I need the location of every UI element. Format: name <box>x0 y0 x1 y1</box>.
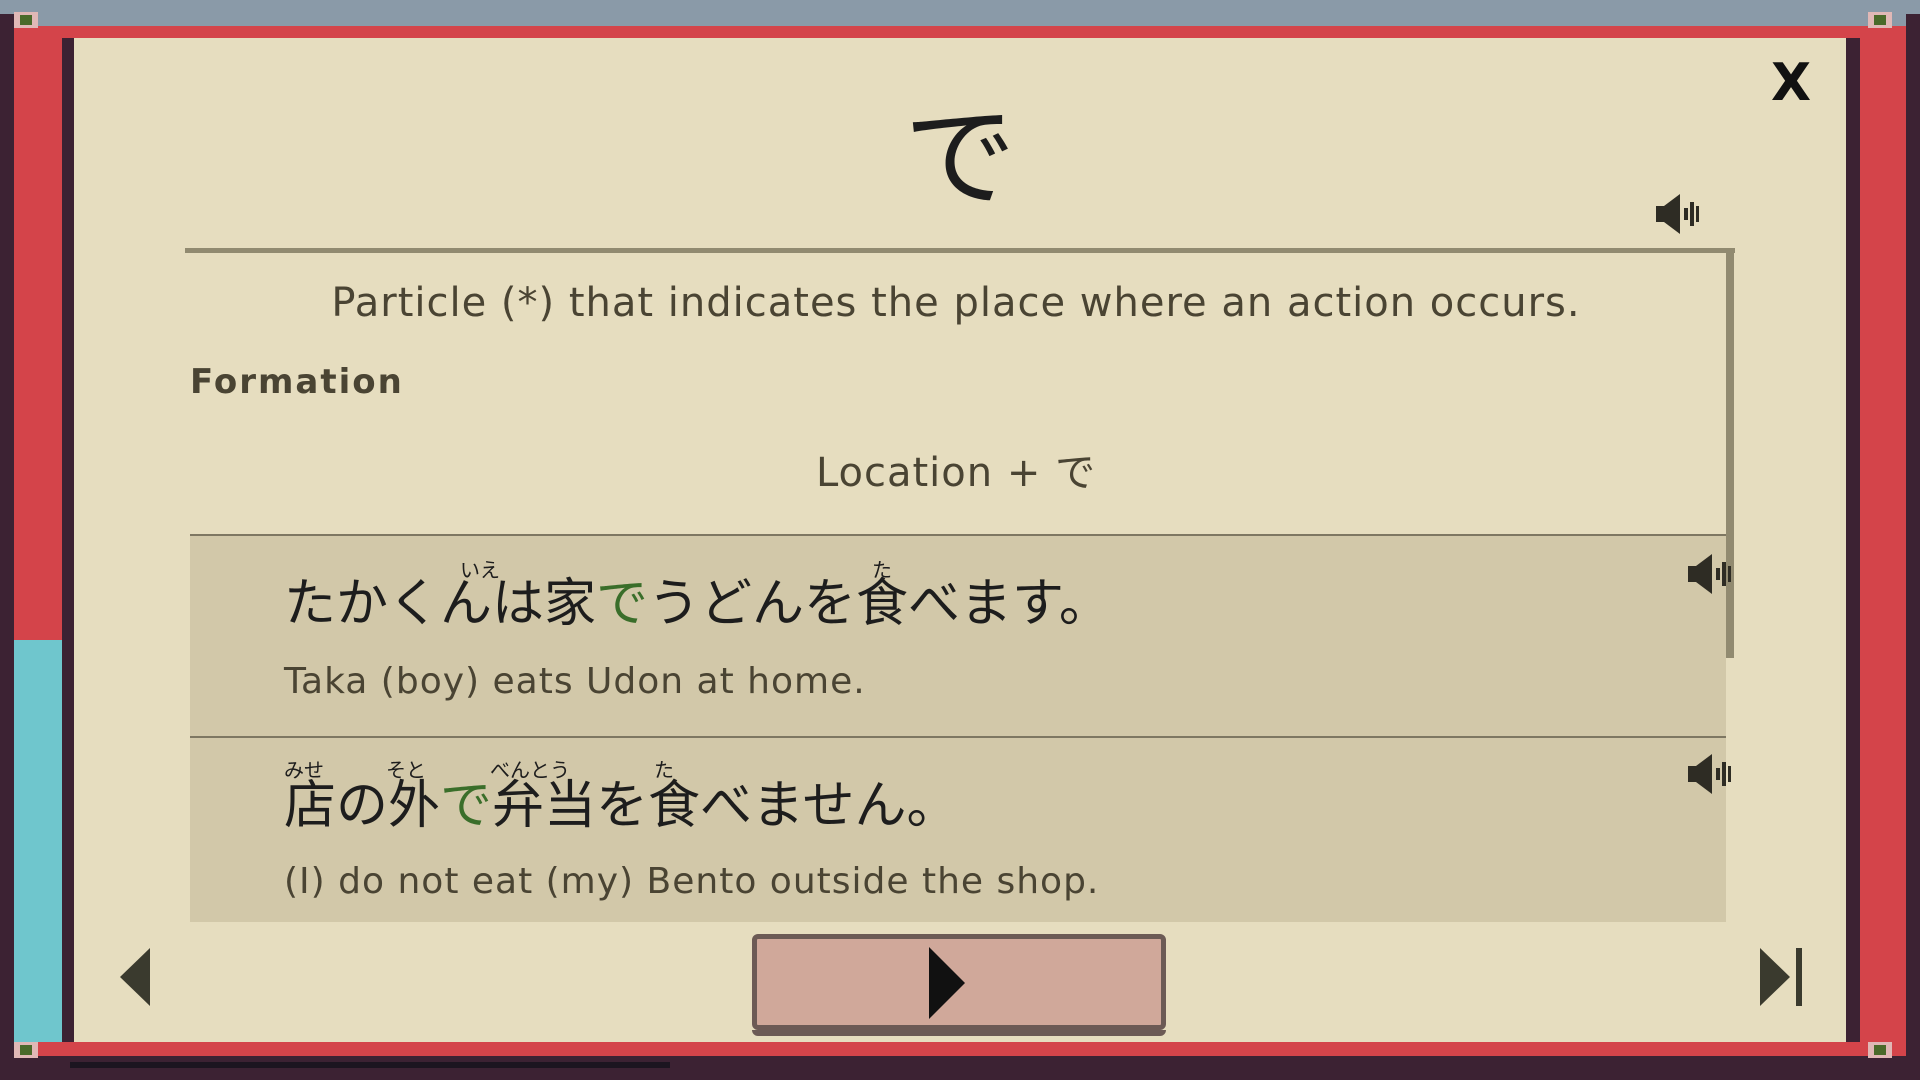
sentence-part: 店の外 <box>284 776 441 836</box>
example-japanese: 店の外で弁当を食べません。 <box>284 776 958 836</box>
frame-inner-right <box>1846 26 1860 1056</box>
example-sentence: いえ た たかくんは家でうどんを食べます。 Taka (boy) eats Ud… <box>190 534 1731 736</box>
speaker-icon <box>1688 754 1731 794</box>
sentence-part: たかくんは家 <box>284 574 597 634</box>
frame-top-red <box>14 26 1906 38</box>
corner-ornament-bottom-right <box>1868 1042 1892 1058</box>
speaker-icon <box>1688 554 1731 594</box>
arrow-left-icon <box>120 948 150 1006</box>
corner-ornament-bottom-left <box>14 1042 38 1058</box>
speaker-icon <box>1656 194 1699 234</box>
previous-button[interactable] <box>116 946 162 1008</box>
highlighted-particle: で <box>596 574 649 634</box>
frame-bottom-lip <box>70 1062 670 1068</box>
frame-bottom-dark <box>0 1056 1920 1080</box>
content-divider <box>185 248 1735 253</box>
skip-to-end-icon <box>1760 948 1802 1006</box>
corner-ornament-top-left <box>14 12 38 28</box>
formation-heading: Formation <box>190 362 404 402</box>
frame-bottom-red <box>14 1042 1906 1056</box>
skip-to-end-button[interactable] <box>1756 946 1810 1008</box>
corner-ornament-top-right <box>1868 12 1892 28</box>
frame-left-red <box>14 26 62 640</box>
example-english: Taka (boy) eats Udon at home. <box>284 661 866 702</box>
frame-right-red <box>1860 26 1906 1046</box>
close-icon: X <box>1770 53 1812 113</box>
example-sentence: みせ そと べんとう た 店の外で弁当を食べません。 (I) do not ea… <box>190 736 1731 922</box>
close-button[interactable]: X <box>1764 56 1818 110</box>
title-audio-button[interactable] <box>1652 188 1708 240</box>
example-english: (I) do not eat (my) Bento outside the sh… <box>284 861 1100 902</box>
frame-edge-left <box>0 14 14 1074</box>
example-audio-button[interactable] <box>1684 548 1740 600</box>
formation-rule: Location + で <box>815 450 1097 496</box>
frame-edge-right <box>1906 14 1920 1074</box>
grammar-meaning: Particle (*) that indicates the place wh… <box>331 280 1581 326</box>
sentence-part: うどんを食べます。 <box>648 574 1111 634</box>
sentence-part: 弁当を食べません。 <box>492 776 959 836</box>
highlighted-particle: で <box>440 776 493 836</box>
example-audio-button[interactable] <box>1684 748 1740 800</box>
grammar-title: で <box>904 93 1016 223</box>
play-button-shadow <box>752 1030 1166 1036</box>
play-icon <box>929 947 965 1019</box>
play-button[interactable] <box>752 934 1166 1036</box>
example-japanese: たかくんは家でうどんを食べます。 <box>284 574 1111 634</box>
frame-left-teal <box>14 640 62 1046</box>
grammar-card: で X Particle (*) that indicates the plac… <box>74 38 1846 1042</box>
frame-inner-left <box>62 26 74 1056</box>
